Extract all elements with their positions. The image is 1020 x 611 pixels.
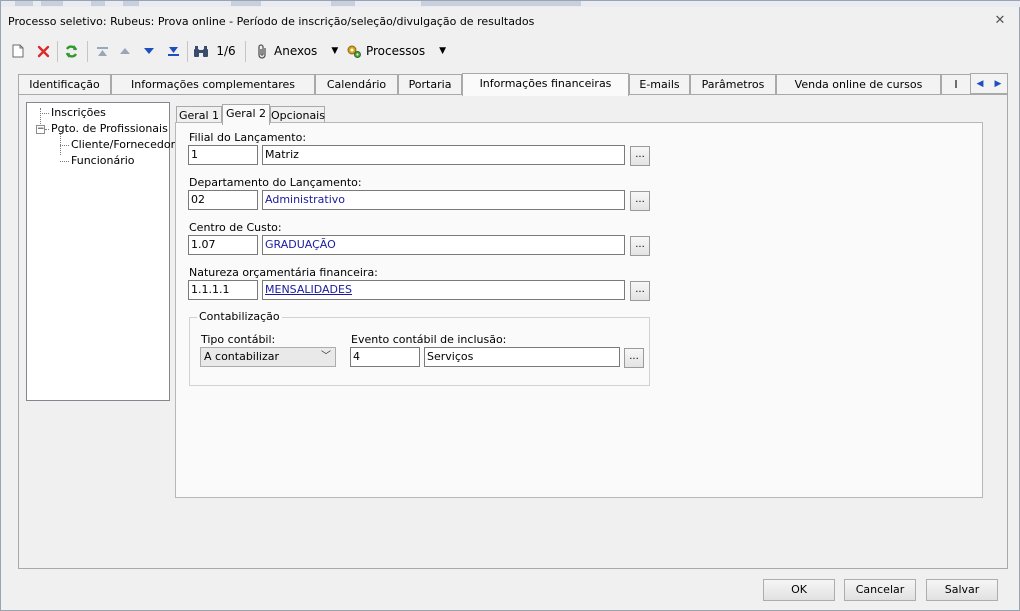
natureza-label: Natureza orçamentária financeira:	[189, 266, 378, 279]
tab-truncated[interactable]: I	[941, 74, 971, 95]
anexos-dropdown-arrow: ▼	[331, 46, 339, 56]
evento-contabil-label: Evento contábil de inclusão:	[351, 333, 507, 346]
natureza-browse-button[interactable]: ...	[630, 281, 650, 301]
departamento-code-field[interactable]: 02	[188, 190, 258, 210]
previous-record-icon[interactable]	[116, 41, 134, 61]
geral-2-panel: Filial do Lançamento: 1 Matriz ... Depar…	[175, 122, 983, 498]
tree-item-pgto-profissionais[interactable]: Pgto. de Profissionais	[51, 122, 168, 135]
last-record-icon[interactable]	[164, 41, 182, 61]
evento-name-field[interactable]: Serviços	[424, 347, 620, 367]
tab-scroll-nav: ◀ ▶	[970, 73, 1008, 94]
anexos-button[interactable]: Anexos ▼	[256, 41, 342, 61]
tree-item-inscricoes[interactable]: Inscrições	[51, 106, 106, 119]
centro-custo-browse-button[interactable]: ...	[630, 236, 650, 256]
natureza-code-field[interactable]: 1.1.1.1	[188, 280, 258, 300]
filial-browse-button[interactable]: ...	[630, 146, 650, 166]
evento-browse-button[interactable]: ...	[624, 348, 644, 368]
natureza-name-field[interactable]: MENSALIDADES	[262, 280, 625, 300]
tab-informacoes-complementares[interactable]: Informações complementares	[111, 74, 315, 95]
binoculars-icon[interactable]	[192, 41, 210, 61]
title-bar: Processo seletivo: Rubeus: Prova online …	[1, 7, 1019, 34]
paperclip-icon	[258, 43, 266, 59]
natureza-name-link[interactable]: MENSALIDADES	[265, 283, 352, 296]
toolbar: 1/6 Anexos ▼ Processos ▼	[7, 38, 1013, 65]
close-icon[interactable]: ✕	[993, 14, 1007, 28]
tree-view: Inscrições − Pgto. de Profissionais Clie…	[26, 102, 175, 401]
record-counter: 1/6	[216, 44, 236, 58]
save-button[interactable]: Salvar	[926, 579, 998, 601]
centro-custo-name-field[interactable]: GRADUAÇÃO	[262, 235, 625, 255]
centro-custo-label: Centro de Custo:	[189, 221, 282, 234]
window-title: Processo seletivo: Rubeus: Prova online …	[8, 15, 535, 28]
tab-parametros[interactable]: Parâmetros	[690, 74, 776, 95]
tab-calendario[interactable]: Calendário	[315, 74, 398, 95]
filial-label: Filial do Lançamento:	[189, 131, 307, 144]
tipo-contabil-label: Tipo contábil:	[201, 333, 276, 346]
processos-label: Processos	[365, 44, 426, 58]
tipo-contabil-value: A contabilizar	[204, 350, 280, 363]
anexos-label: Anexos	[274, 44, 318, 58]
delete-icon[interactable]	[34, 41, 52, 61]
next-record-icon[interactable]	[140, 41, 158, 61]
chevron-down-icon: ﹀	[321, 351, 331, 362]
centro-custo-code-field[interactable]: 1.07	[188, 235, 258, 255]
tab-emails[interactable]: E-mails	[629, 74, 690, 95]
tree-collapse-icon[interactable]: −	[36, 125, 45, 134]
evento-code-field[interactable]: 4	[350, 347, 420, 367]
tab-scroll-left-icon[interactable]: ◀	[977, 79, 984, 89]
filial-name-field[interactable]: Matriz	[262, 145, 625, 165]
refresh-icon[interactable]	[62, 41, 80, 61]
tree-item-funcionario[interactable]: Funcionário	[71, 154, 135, 167]
tab-identificacao[interactable]: Identificação	[18, 74, 111, 95]
tipo-contabil-select[interactable]: A contabilizar ﹀	[200, 347, 336, 367]
departamento-label: Departamento do Lançamento:	[189, 176, 362, 189]
main-tabstrip: Identificação Informações complementares…	[18, 73, 1008, 96]
processos-dropdown-arrow: ▼	[439, 46, 446, 56]
tab-venda-online-de-cursos[interactable]: Venda online de cursos	[776, 74, 941, 95]
tree-item-cliente-fornecedor[interactable]: Cliente/Fornecedor	[71, 138, 175, 151]
first-record-icon[interactable]	[93, 41, 111, 61]
tab-portaria[interactable]: Portaria	[398, 74, 462, 95]
gears-icon	[347, 45, 361, 58]
subtab-geral-2[interactable]: Geral 2	[222, 104, 270, 125]
contabilizacao-legend: Contabilização	[197, 310, 282, 323]
dialog-window: Processo seletivo: Rubeus: Prova online …	[0, 0, 1020, 611]
departamento-name-field[interactable]: Administrativo	[262, 190, 625, 210]
tab-informacoes-financeiras[interactable]: Informações financeiras	[462, 73, 629, 96]
filial-code-field[interactable]: 1	[188, 145, 258, 165]
financial-info-panel: Inscrições − Pgto. de Profissionais Clie…	[18, 94, 1008, 569]
cancel-button[interactable]: Cancelar	[844, 579, 916, 601]
contabilizacao-group: Contabilização Tipo contábil: A contabil…	[189, 310, 650, 386]
ok-button[interactable]: OK	[763, 579, 835, 601]
new-document-icon[interactable]	[9, 41, 27, 61]
departamento-browse-button[interactable]: ...	[630, 191, 650, 211]
tab-scroll-right-icon[interactable]: ▶	[995, 79, 1002, 89]
processos-button[interactable]: Processos ▼	[346, 41, 446, 61]
